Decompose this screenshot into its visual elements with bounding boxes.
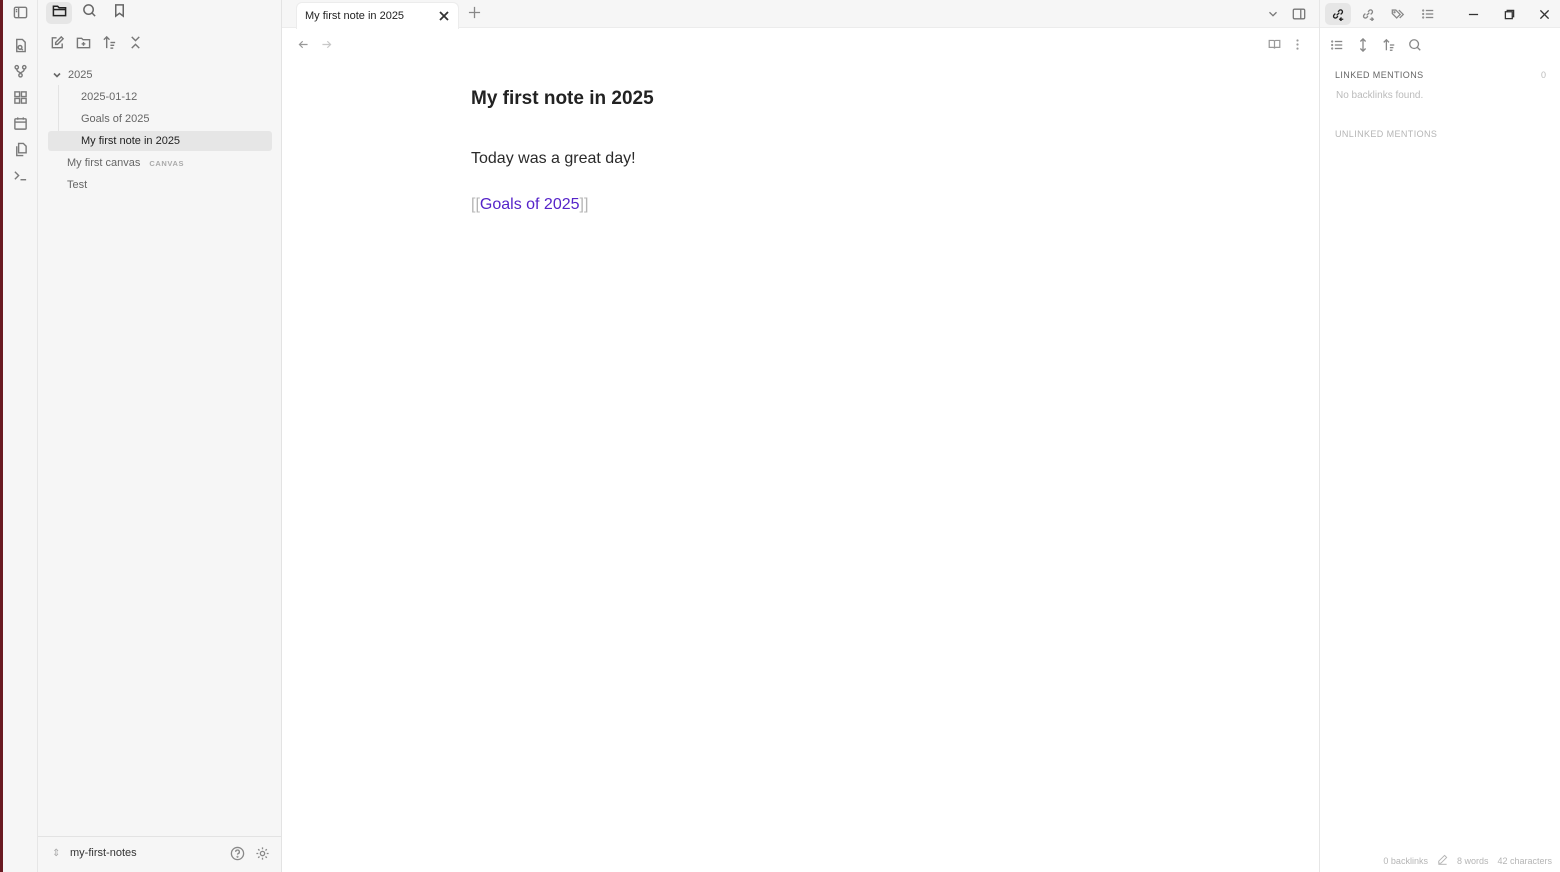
file-item[interactable]: My first canvas CANVAS: [67, 153, 272, 173]
sort-button[interactable]: [98, 34, 120, 56]
file-item[interactable]: Goals of 2025: [48, 109, 272, 129]
left-sidebar: 2025 2025-01-12 Goals of 2025 My first n…: [38, 0, 282, 872]
unlinked-mentions-header[interactable]: UNLINKED MENTIONS: [1335, 129, 1437, 139]
note-content[interactable]: My first note in 2025 Today was a great …: [471, 88, 1131, 214]
file-item[interactable]: Test: [67, 175, 272, 195]
tab-files[interactable]: [46, 2, 72, 24]
link-close-bracket: ]]: [579, 196, 589, 213]
back-arrow-icon[interactable]: [295, 36, 311, 52]
outline-tab-icon[interactable]: [1415, 3, 1441, 25]
collapse-all-button[interactable]: [124, 34, 146, 56]
bookmark-icon: [112, 3, 127, 23]
file-label: My first canvas: [67, 157, 141, 169]
new-folder-button[interactable]: [72, 34, 94, 56]
edit-icon: [50, 35, 65, 55]
sidebar-tabs: [38, 0, 282, 27]
linked-mentions-header[interactable]: LINKED MENTIONS: [1335, 70, 1424, 80]
search-icon: [82, 3, 97, 23]
sidebar-footer: ⇕ my-first-notes: [38, 836, 282, 872]
collapse-results-icon[interactable]: [1328, 36, 1346, 54]
file-item-active[interactable]: My first note in 2025: [48, 131, 272, 151]
close-window-icon[interactable]: [1533, 3, 1555, 25]
search-icon[interactable]: [1406, 36, 1424, 54]
close-tab-icon[interactable]: [438, 9, 452, 23]
tab-search[interactable]: [76, 2, 102, 24]
sort-icon: [102, 35, 117, 55]
vault-switcher[interactable]: ⇕ my-first-notes: [52, 847, 137, 859]
file-label: Goals of 2025: [81, 113, 150, 125]
tab-title: My first note in 2025: [305, 10, 405, 22]
layout-dashboard-icon[interactable]: [11, 88, 29, 106]
terminal-icon[interactable]: [11, 166, 29, 184]
note-title[interactable]: My first note in 2025: [471, 88, 1131, 110]
file-type-badge: CANVAS: [149, 158, 185, 168]
word-count: 8 words: [1456, 855, 1489, 866]
folder-icon: [52, 3, 67, 23]
character-count: 42 characters: [1497, 855, 1552, 866]
files-icon[interactable]: [11, 140, 29, 158]
status-bar: 0 backlinks 8 words 42 characters: [1383, 854, 1552, 867]
forward-arrow-icon[interactable]: [318, 36, 334, 52]
folder-2025[interactable]: 2025: [52, 65, 272, 85]
calendar-icon[interactable]: [11, 114, 29, 132]
link-open-bracket: [[: [471, 196, 480, 213]
more-options-icon[interactable]: [1289, 36, 1305, 52]
chevrons-collapse-icon: [128, 35, 143, 55]
ribbon: [3, 0, 38, 872]
right-sidebar: LINKED MENTIONS 0 No backlinks found. UN…: [1319, 0, 1560, 872]
help-icon[interactable]: [230, 846, 246, 862]
note-wikilink-line: [[Goals of 2025]]: [471, 196, 1131, 214]
toggle-left-sidebar-icon[interactable]: [11, 3, 29, 21]
minimize-icon[interactable]: [1462, 3, 1484, 25]
sort-icon[interactable]: [1380, 36, 1398, 54]
file-label: My first note in 2025: [81, 135, 181, 147]
tags-tab-icon[interactable]: [1385, 3, 1411, 25]
new-note-button[interactable]: [46, 34, 68, 56]
view-header: [282, 34, 1319, 54]
file-explorer-toolbar: [38, 34, 282, 56]
backlinks-count[interactable]: 0 backlinks: [1383, 856, 1428, 866]
app-window: 2025 2025-01-12 Goals of 2025 My first n…: [0, 0, 1560, 872]
new-tab-icon[interactable]: [468, 6, 482, 20]
chevrons-up-down-icon: ⇕: [52, 847, 61, 859]
note-paragraph[interactable]: Today was a great day!: [471, 150, 1131, 168]
internal-link[interactable]: Goals of 2025: [480, 196, 580, 213]
right-sidebar-tabs: [1320, 0, 1560, 28]
file-item[interactable]: 2025-01-12: [48, 87, 272, 107]
backlinks-tab-icon[interactable]: [1325, 3, 1351, 25]
reading-view-icon[interactable]: [1266, 36, 1282, 52]
file-search-icon[interactable]: [11, 36, 29, 54]
chevron-down-icon: [52, 70, 62, 80]
graph-icon[interactable]: [11, 62, 29, 80]
folder-label: 2025: [68, 69, 93, 81]
tab-bar: My first note in 2025: [282, 0, 1319, 29]
file-label: Test: [67, 179, 88, 191]
tab-list-chevron-icon[interactable]: [1264, 5, 1282, 23]
restore-icon[interactable]: [1498, 3, 1520, 25]
pencil-icon[interactable]: [1437, 854, 1448, 867]
no-backlinks-message: No backlinks found.: [1336, 90, 1424, 101]
toggle-right-sidebar-icon[interactable]: [1290, 5, 1308, 23]
folder-plus-icon: [76, 35, 91, 55]
file-label: 2025-01-12: [81, 91, 138, 103]
tab-active-note[interactable]: My first note in 2025: [296, 2, 459, 29]
outgoing-links-tab-icon[interactable]: [1355, 3, 1381, 25]
tab-bookmarks[interactable]: [106, 2, 132, 24]
main-editor: My first note in 2025 My first note in 2…: [282, 0, 1319, 872]
settings-gear-icon[interactable]: [255, 846, 271, 862]
show-more-context-icon[interactable]: [1354, 36, 1372, 54]
vault-name: my-first-notes: [70, 847, 137, 859]
linked-mentions-count: 0: [1540, 70, 1546, 80]
